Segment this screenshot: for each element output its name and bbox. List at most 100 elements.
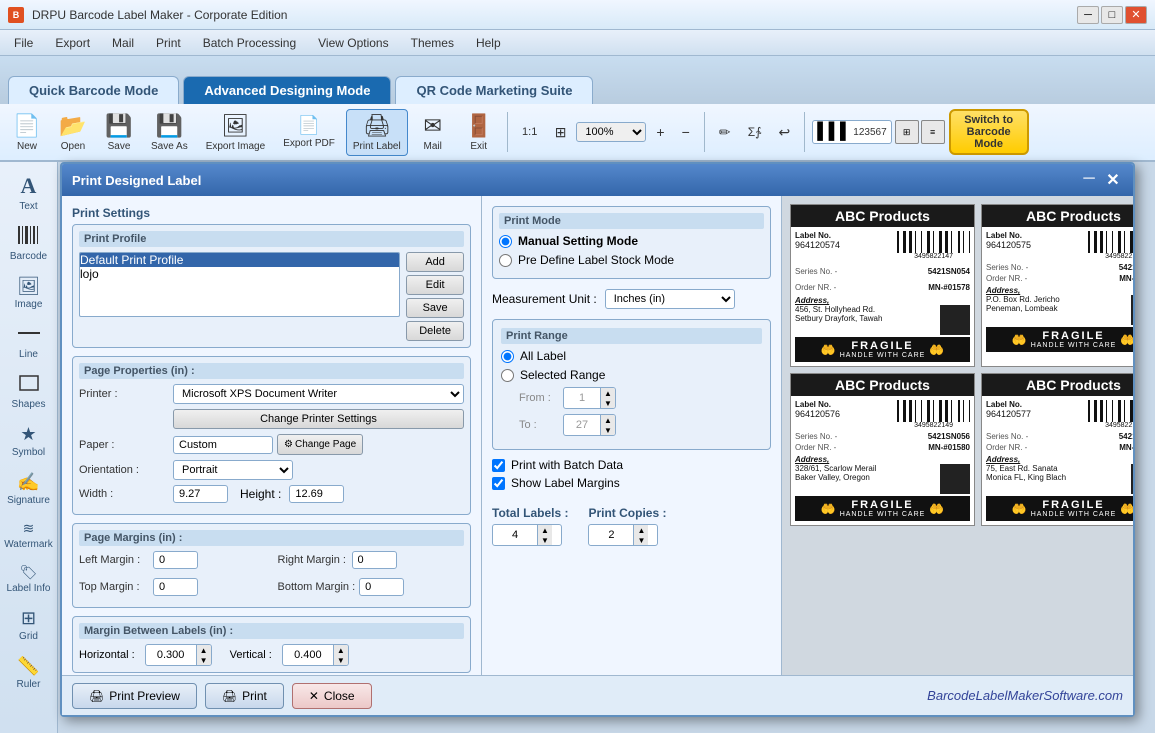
vertical-input[interactable] — [283, 647, 333, 663]
save-profile-button[interactable]: Save — [406, 298, 464, 318]
menu-batch-processing[interactable]: Batch Processing — [193, 33, 306, 53]
print-button[interactable]: 🖨 Print — [205, 683, 284, 709]
paper-input[interactable] — [173, 436, 273, 454]
switch-to-barcode-mode-button[interactable]: Switch to Barcode Mode — [949, 109, 1029, 155]
tab-quick-barcode[interactable]: Quick Barcode Mode — [8, 76, 179, 104]
sidebar-item-signature[interactable]: ✍ Signature — [3, 467, 55, 511]
dialog-close-action-button[interactable]: ✕ Close — [292, 683, 372, 709]
toolbar-11-button[interactable]: 1:1 — [515, 122, 545, 142]
print-batch-checkbox[interactable] — [492, 459, 505, 472]
to-input[interactable] — [564, 417, 600, 433]
sidebar-item-grid[interactable]: ⊞ Grid — [3, 603, 55, 647]
total-labels-spinner[interactable]: ▲ ▼ — [492, 524, 562, 546]
sidebar-item-image[interactable]: 🖼 Image — [3, 271, 55, 315]
toolbar-save-as-button[interactable]: 💾 Save As — [144, 109, 195, 156]
toolbar-new-button[interactable]: 📄 New — [6, 109, 48, 156]
window-controls[interactable]: ─ □ ✕ — [1077, 6, 1147, 24]
manual-mode-radio[interactable] — [499, 235, 512, 248]
from-input[interactable] — [564, 390, 600, 406]
toolbar-fit-button[interactable]: ⊞ — [548, 120, 574, 145]
print-copies-spinner[interactable]: ▲ ▼ — [588, 524, 658, 546]
tab-qr-code[interactable]: QR Code Marketing Suite — [395, 76, 593, 104]
dialog-minimize-button[interactable]: ─ — [1079, 170, 1099, 190]
maximize-button[interactable]: □ — [1101, 6, 1123, 24]
zoom-in-button[interactable]: + — [649, 120, 671, 144]
import-button[interactable]: ↩ — [772, 120, 798, 145]
horizontal-input[interactable] — [146, 647, 196, 663]
toolbar-open-button[interactable]: 📂 Open — [52, 109, 94, 156]
from-spinner[interactable]: ▲ ▼ — [563, 387, 616, 409]
print-preview-button[interactable]: 🖨 Print Preview — [72, 683, 197, 709]
print-copies-input[interactable] — [589, 527, 633, 543]
horizontal-down[interactable]: ▼ — [197, 655, 211, 665]
width-input[interactable] — [173, 485, 228, 503]
sidebar-item-barcode[interactable]: Barcode — [3, 221, 55, 267]
bottom-margin-input[interactable] — [359, 578, 404, 596]
close-window-button[interactable]: ✕ — [1125, 6, 1147, 24]
all-label-radio[interactable] — [501, 350, 514, 363]
total-labels-up[interactable]: ▲ — [538, 525, 552, 535]
zoom-select[interactable]: 100%75%150% — [576, 122, 646, 142]
show-margins-checkbox[interactable] — [492, 477, 505, 490]
top-margin-input[interactable] — [153, 578, 198, 596]
grid-view-button[interactable]: ⊞ — [895, 120, 919, 144]
horizontal-spinner[interactable]: ▲ ▼ — [145, 644, 212, 666]
menu-file[interactable]: File — [4, 33, 43, 53]
menu-mail[interactable]: Mail — [102, 33, 144, 53]
orientation-select[interactable]: Portrait Landscape — [173, 460, 293, 480]
selected-range-radio[interactable] — [501, 369, 514, 382]
vertical-down[interactable]: ▼ — [334, 655, 348, 665]
menu-export[interactable]: Export — [45, 33, 100, 53]
list-view-button[interactable]: ≡ — [921, 120, 945, 144]
to-spinner[interactable]: ▲ ▼ — [563, 414, 616, 436]
from-up[interactable]: ▲ — [601, 388, 615, 398]
toolbar-exit-button[interactable]: 🚪 Exit — [458, 109, 500, 156]
add-profile-button[interactable]: Add — [406, 252, 464, 272]
label2-fragile: 🤲 FRAGILE HANDLE WITH CARE 🤲 — [986, 327, 1133, 352]
menu-view-options[interactable]: View Options — [308, 33, 398, 53]
to-up[interactable]: ▲ — [601, 415, 615, 425]
printer-select[interactable]: Microsoft XPS Document Writer — [173, 384, 464, 404]
print-copies-down[interactable]: ▼ — [634, 535, 648, 545]
formula-button[interactable]: Σ∱ — [741, 121, 769, 143]
toolbar-export-pdf-button[interactable]: 📄 Export PDF — [276, 111, 342, 153]
right-margin-input[interactable] — [352, 551, 397, 569]
minimize-button[interactable]: ─ — [1077, 6, 1099, 24]
toolbar-mail-button[interactable]: ✉ Mail — [412, 109, 454, 156]
vertical-up[interactable]: ▲ — [334, 645, 348, 655]
predefine-mode-radio[interactable] — [499, 254, 512, 267]
sidebar-item-line[interactable]: Line — [3, 319, 55, 365]
horizontal-label: Horizontal : — [79, 649, 135, 661]
delete-profile-button[interactable]: Delete — [406, 321, 464, 341]
edit-profile-button[interactable]: Edit — [406, 275, 464, 295]
dialog-close-button[interactable]: ✕ — [1103, 170, 1123, 190]
sidebar-item-label-info[interactable]: 🏷 Label Info — [3, 559, 55, 599]
menu-help[interactable]: Help — [466, 33, 511, 53]
tab-advanced-designing[interactable]: Advanced Designing Mode — [183, 76, 391, 104]
vertical-spinner[interactable]: ▲ ▼ — [282, 644, 349, 666]
edit-tool-button[interactable]: ✏ — [712, 120, 738, 145]
menu-print[interactable]: Print — [146, 33, 191, 53]
to-down[interactable]: ▼ — [601, 425, 615, 435]
height-input[interactable] — [289, 485, 344, 503]
zoom-out-button[interactable]: − — [675, 120, 697, 144]
toolbar-print-label-button[interactable]: 🖨 Print Label — [346, 109, 408, 156]
change-page-button[interactable]: ⚙ Change Page — [277, 434, 363, 455]
from-down[interactable]: ▼ — [601, 398, 615, 408]
sidebar-item-symbol[interactable]: ★ Symbol — [3, 419, 55, 463]
change-printer-button[interactable]: Change Printer Settings — [173, 409, 464, 429]
sidebar-item-text[interactable]: A Text — [3, 168, 55, 217]
print-copies-up[interactable]: ▲ — [634, 525, 648, 535]
total-labels-down[interactable]: ▼ — [538, 535, 552, 545]
sidebar-item-ruler[interactable]: 📏 Ruler — [3, 651, 55, 695]
toolbar-save-button[interactable]: 💾 Save — [98, 109, 140, 156]
left-margin-input[interactable] — [153, 551, 198, 569]
sidebar-item-shapes[interactable]: Shapes — [3, 369, 55, 415]
menu-themes[interactable]: Themes — [401, 33, 464, 53]
profile-list[interactable]: Default Print Profile lojo — [79, 252, 400, 317]
sidebar-item-watermark[interactable]: ≋ Watermark — [3, 515, 55, 555]
horizontal-up[interactable]: ▲ — [197, 645, 211, 655]
toolbar-export-image-button[interactable]: 🖼 Export Image — [199, 109, 272, 156]
total-labels-input[interactable] — [493, 527, 537, 543]
measurement-select[interactable]: Inches (in) Centimeters (cm) — [605, 289, 735, 309]
